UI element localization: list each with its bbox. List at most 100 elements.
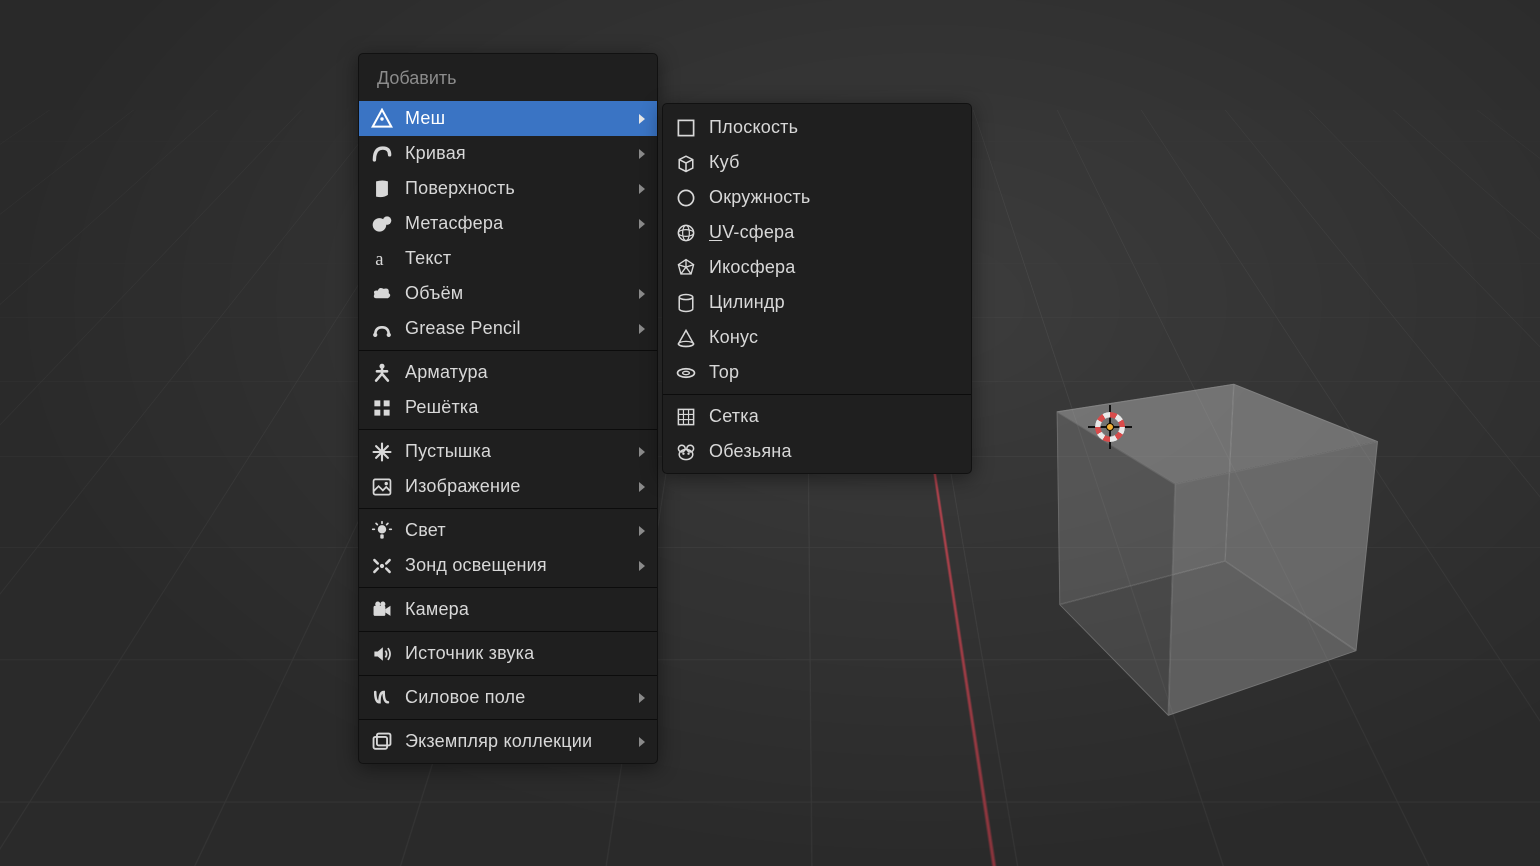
mesh-menu-item-цилиндр[interactable]: Цилиндр [663,285,971,320]
add-menu-title: Добавить [359,54,657,101]
menu-item-label: Плоскость [709,117,959,138]
menu-item-label: Источник звука [405,643,645,664]
mesh-menu-item-uv-сфера[interactable]: UV-сфера [663,215,971,250]
mesh-menu-item-сетка[interactable]: Сетка [663,399,971,434]
menu-item-label: Экземпляр коллекции [405,731,639,752]
menu-item-label: Куб [709,152,959,173]
menu-item-label: Изображение [405,476,639,497]
empty-icon [369,439,395,465]
menu-item-label: Решётка [405,397,645,418]
add-menu-item-источник-звука[interactable]: Источник звука [359,636,657,671]
add-menu-item-свет[interactable]: Свет [359,513,657,548]
menu-item-label: Конус [709,327,959,348]
menu-item-label: Метасфера [405,213,639,234]
mesh-menu-item-тор[interactable]: Тор [663,355,971,390]
mesh-menu-item-куб[interactable]: Куб [663,145,971,180]
armature-icon [369,360,395,386]
volume-icon [369,281,395,307]
menu-item-label: Свет [405,520,639,541]
mesh-menu-item-плоскость[interactable]: Плоскость [663,110,971,145]
cone-icon [673,325,699,351]
cube-icon [673,150,699,176]
torus-icon [673,360,699,386]
menu-item-label: Текст [405,248,645,269]
menu-item-label: Икосфера [709,257,959,278]
submenu-chevron-icon [639,447,645,457]
submenu-chevron-icon [639,693,645,703]
default-cube[interactable] [1095,420,1096,421]
submenu-chevron-icon [639,324,645,334]
menu-separator [359,508,657,509]
icosphere-icon [673,255,699,281]
submenu-chevron-icon [639,114,645,124]
menu-item-label: Силовое поле [405,687,639,708]
mesh-menu-item-конус[interactable]: Конус [663,320,971,355]
submenu-chevron-icon [639,149,645,159]
menu-item-label: Меш [405,108,639,129]
menu-item-label: Цилиндр [709,292,959,313]
add-menu-item-экземпляр-коллекции[interactable]: Экземпляр коллекции [359,724,657,759]
uvsphere-icon [673,220,699,246]
menu-item-label: Кривая [405,143,639,164]
add-menu-item-пустышка[interactable]: Пустышка [359,434,657,469]
add-menu-item-кривая[interactable]: Кривая [359,136,657,171]
add-menu-item-решётка[interactable]: Решётка [359,390,657,425]
menu-separator [359,587,657,588]
mesh-menu-item-икосфера[interactable]: Икосфера [663,250,971,285]
submenu-chevron-icon [639,219,645,229]
metaball-icon [369,211,395,237]
cylinder-icon [673,290,699,316]
submenu-chevron-icon [639,737,645,747]
grid-icon [673,404,699,430]
plane-icon [673,115,699,141]
add-menu: Добавить Меш Кривая Поверхность Метасфера Те… [358,53,658,764]
menu-item-label: Тор [709,362,959,383]
add-menu-item-меш[interactable]: Меш [359,101,657,136]
menu-item-label: Камера [405,599,645,620]
menu-item-label: Поверхность [405,178,639,199]
mesh-submenu: Плоскость Куб Окружность UV-сфера Икосфера Ци… [662,103,972,474]
menu-item-label: Зонд освещения [405,555,639,576]
submenu-chevron-icon [639,561,645,571]
viewport-grid [0,0,1540,110]
mesh-menu-item-окружность[interactable]: Окружность [663,180,971,215]
grease-pencil-icon [369,316,395,342]
add-menu-item-камера[interactable]: Камера [359,592,657,627]
menu-item-label: Арматура [405,362,645,383]
add-menu-item-силовое-поле[interactable]: Силовое поле [359,680,657,715]
monkey-icon [673,439,699,465]
menu-item-label: UV-сфера [709,222,959,243]
menu-item-label: Обезьяна [709,441,959,462]
add-menu-item-арматура[interactable]: Арматура [359,355,657,390]
circle-icon [673,185,699,211]
add-menu-item-изображение[interactable]: Изображение [359,469,657,504]
mesh-icon [369,106,395,132]
menu-item-label: Пустышка [405,441,639,462]
submenu-chevron-icon [639,482,645,492]
menu-separator [359,350,657,351]
add-menu-item-grease-pencil[interactable]: Grease Pencil [359,311,657,346]
mesh-menu-item-обезьяна[interactable]: Обезьяна [663,434,971,469]
menu-item-label: Grease Pencil [405,318,639,339]
curve-icon [369,141,395,167]
light-icon [369,518,395,544]
submenu-chevron-icon [639,289,645,299]
add-menu-item-зонд-освещения[interactable]: Зонд освещения [359,548,657,583]
camera-icon [369,597,395,623]
menu-item-label: Сетка [709,406,959,427]
submenu-chevron-icon [639,526,645,536]
menu-separator [359,631,657,632]
surface-icon [369,176,395,202]
light-probe-icon [369,553,395,579]
add-menu-item-текст[interactable]: Текст [359,241,657,276]
menu-item-label: Объём [405,283,639,304]
speaker-icon [369,641,395,667]
menu-separator [663,394,971,395]
lattice-icon [369,395,395,421]
add-menu-item-поверхность[interactable]: Поверхность [359,171,657,206]
add-menu-item-метасфера[interactable]: Метасфера [359,206,657,241]
collection-instance-icon [369,729,395,755]
force-field-icon [369,685,395,711]
menu-separator [359,429,657,430]
add-menu-item-объём[interactable]: Объём [359,276,657,311]
